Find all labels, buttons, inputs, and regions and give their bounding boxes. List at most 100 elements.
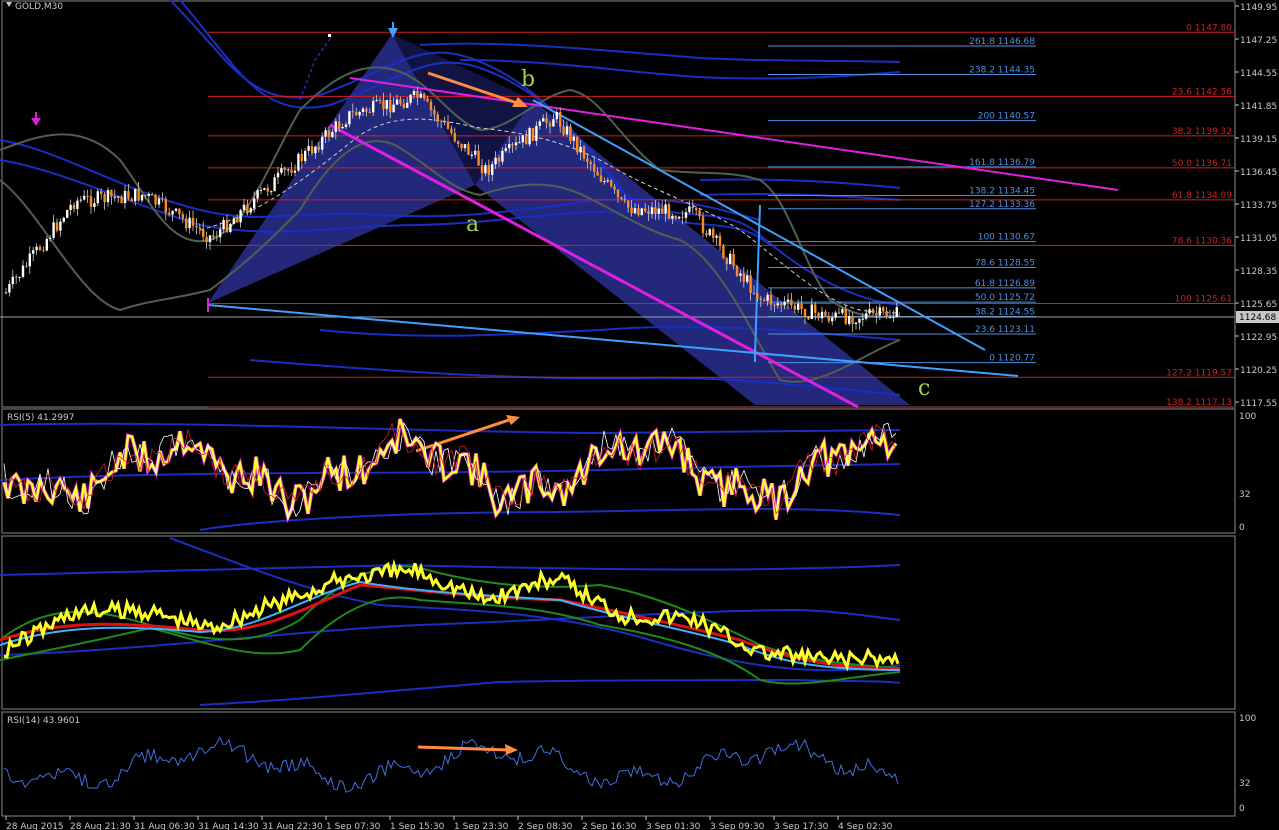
candle-body	[783, 301, 786, 306]
candle-body	[443, 121, 446, 123]
candle-body	[8, 283, 11, 293]
candle-body	[321, 136, 324, 150]
candle-body	[559, 111, 562, 127]
candle-body	[358, 111, 361, 116]
candle-body	[542, 118, 545, 122]
candle-body	[722, 245, 725, 259]
candle-body	[470, 154, 473, 156]
candle-body	[746, 275, 749, 282]
candle-body	[93, 203, 96, 207]
candle-body	[399, 99, 402, 104]
price-axis-label: 1144.55	[1240, 69, 1277, 79]
candle-body	[249, 208, 252, 213]
candle-body	[25, 265, 28, 267]
fib-right-label: 0 1147.80	[1186, 23, 1232, 33]
candle-body	[446, 121, 450, 129]
candle-body	[113, 196, 116, 198]
candle-body	[606, 180, 609, 182]
candle-body	[681, 216, 684, 218]
candle-body	[344, 124, 348, 127]
candle-body	[620, 197, 623, 200]
candle-body	[293, 170, 297, 173]
price-axis-label: 1125.65	[1240, 300, 1277, 310]
price-axis-label: 1131.05	[1240, 234, 1277, 244]
candle-body	[174, 208, 178, 211]
candle-body	[545, 118, 548, 124]
time-axis-label: 3 Sep 09:30	[710, 822, 765, 830]
candle-body	[616, 189, 620, 198]
rsi5-level-32: 32	[1239, 490, 1250, 500]
candle-body	[569, 126, 572, 141]
candle-body	[858, 318, 861, 323]
candle-body	[630, 207, 633, 214]
price-axis-label: 1120.25	[1240, 366, 1277, 376]
chart-title: GOLD,M30	[15, 2, 63, 12]
candle-body	[474, 150, 477, 155]
candle-body	[627, 200, 630, 208]
candle-body	[273, 177, 276, 192]
candle-body	[882, 307, 885, 312]
candle-body	[678, 216, 681, 219]
candle-body	[283, 168, 286, 171]
candle-body	[497, 157, 501, 162]
candle-body	[865, 313, 868, 319]
price-axis-label: 1133.75	[1240, 201, 1277, 211]
current-price-tag: 1124.68	[1239, 313, 1276, 323]
fib-mid-label: 38.2 1124.55	[975, 307, 1035, 317]
candle-body	[797, 303, 800, 310]
time-axis-label: 1 Sep 07:30	[326, 822, 381, 830]
candle-body	[803, 309, 807, 318]
candle-body	[708, 229, 711, 236]
candle-body	[334, 121, 337, 133]
candle-body	[688, 206, 691, 213]
candle-body	[351, 111, 354, 113]
candle-body	[871, 309, 875, 314]
fib-mid-label: 200 1140.57	[978, 112, 1035, 122]
candle-body	[361, 108, 365, 112]
candle-body	[276, 172, 280, 178]
candle-body	[368, 111, 371, 113]
candle-body	[161, 198, 164, 200]
wave-label-a: a	[466, 212, 479, 237]
candle-body	[562, 126, 565, 135]
candle-body	[62, 217, 65, 222]
candle-body	[140, 194, 144, 201]
candle-body	[103, 194, 106, 203]
candle-body	[4, 292, 8, 294]
candle-body	[610, 180, 613, 187]
candle-body	[786, 299, 790, 302]
candle-body	[715, 235, 718, 238]
candle-body	[868, 309, 871, 314]
candle-body	[735, 266, 739, 276]
candle-body	[824, 311, 827, 316]
candle-body	[463, 144, 467, 149]
price-axis-label: 1149.95	[1240, 3, 1277, 13]
candle-body	[225, 219, 229, 232]
candle-body	[780, 303, 783, 306]
candle-body	[814, 304, 817, 313]
candle-body	[300, 153, 303, 162]
candle-body	[878, 307, 881, 316]
candle-body	[134, 188, 137, 202]
fib-mid-label: 50.0 1125.72	[975, 293, 1035, 303]
candle-body	[766, 294, 769, 301]
candle-body	[535, 125, 538, 141]
candle-body	[426, 98, 429, 102]
candle-body	[11, 276, 14, 284]
candle-body	[406, 102, 409, 108]
candle-body	[593, 164, 596, 172]
candle-body	[168, 212, 171, 215]
rsi14-level-100: 100	[1239, 714, 1256, 724]
candle-body	[270, 191, 273, 193]
candle-body	[280, 168, 283, 173]
candle-body	[528, 127, 531, 145]
candle-body	[827, 315, 830, 322]
candle-body	[603, 180, 606, 182]
candle-body	[752, 292, 756, 294]
candle-body	[888, 317, 892, 319]
rsi14-level-32: 32	[1239, 779, 1250, 789]
candle-body	[837, 312, 841, 314]
fib-mid-label: 23.6 1123.11	[975, 325, 1035, 335]
candle-body	[191, 217, 195, 226]
candle-body	[572, 136, 575, 141]
